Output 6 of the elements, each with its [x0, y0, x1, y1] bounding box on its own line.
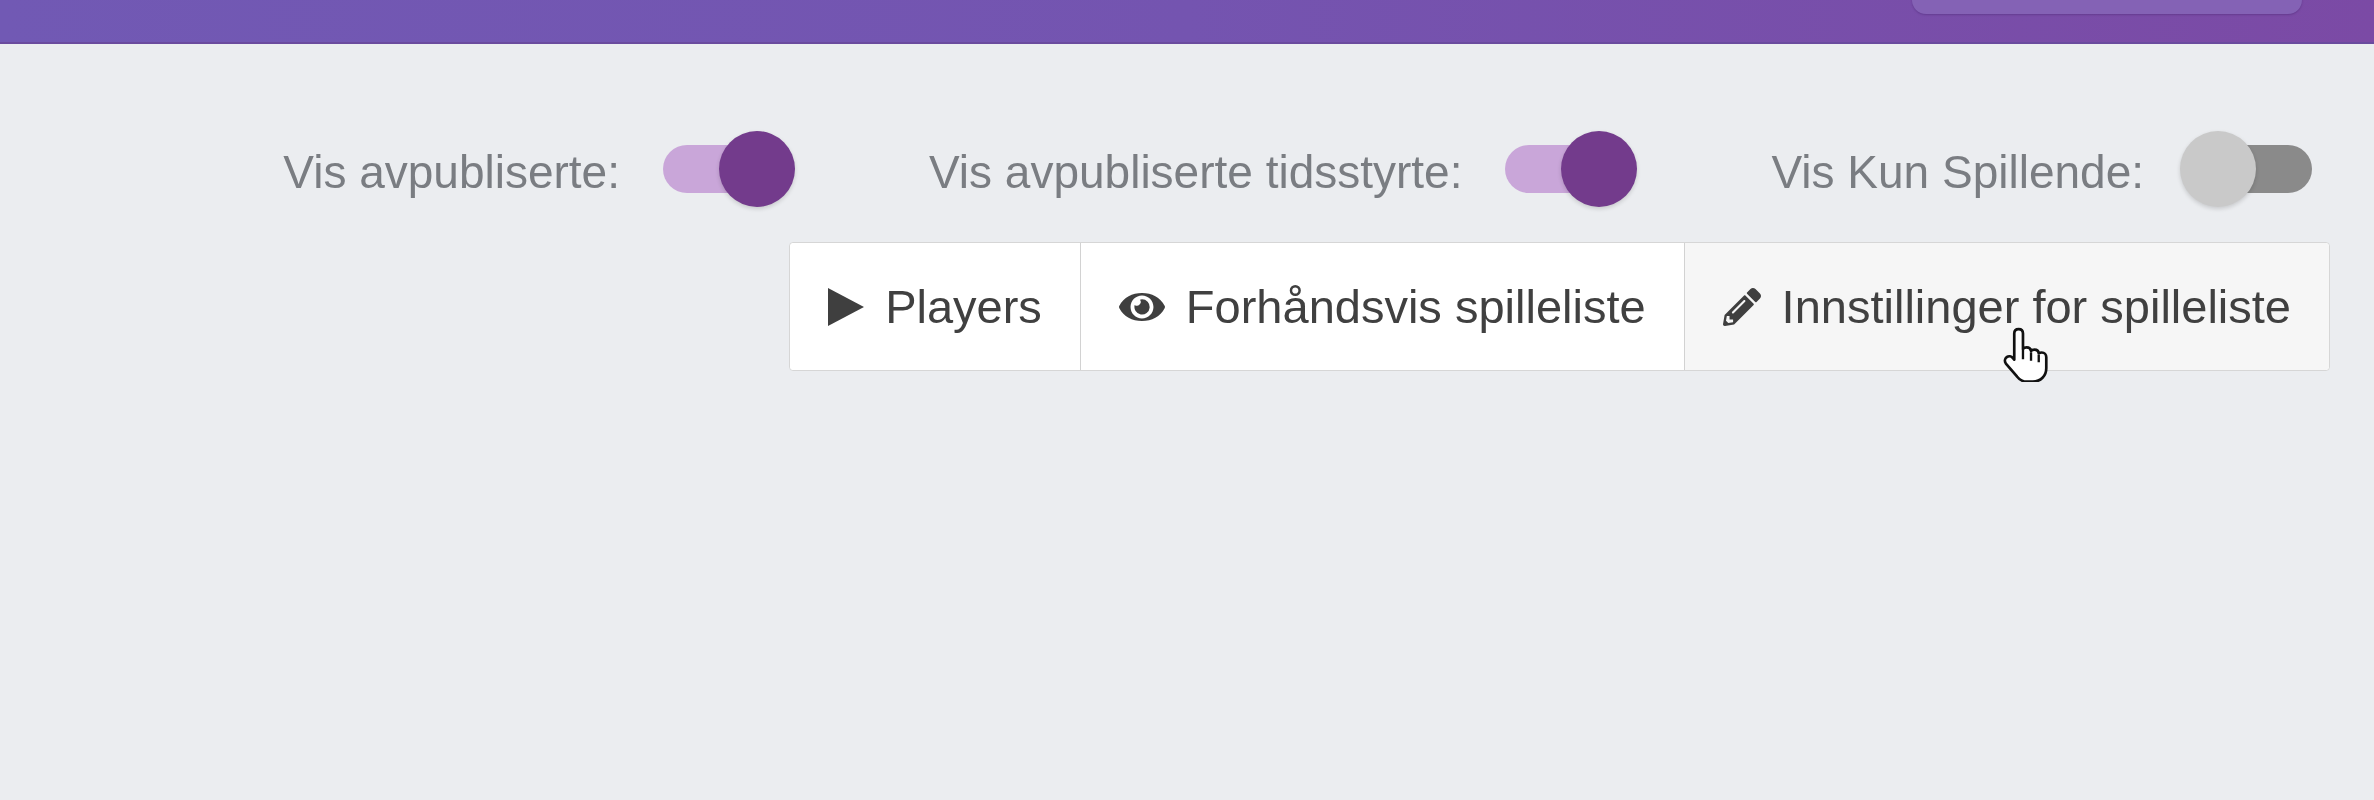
toggle-label: Vis Kun Spillende:	[1771, 145, 2144, 200]
play-icon	[828, 287, 865, 326]
toggle-label: Vis avpubliserte:	[283, 145, 620, 200]
pencil-icon	[1722, 287, 1761, 326]
toggle-label: Vis avpubliserte tidsstyrte:	[929, 145, 1463, 200]
eye-icon	[1118, 292, 1165, 321]
